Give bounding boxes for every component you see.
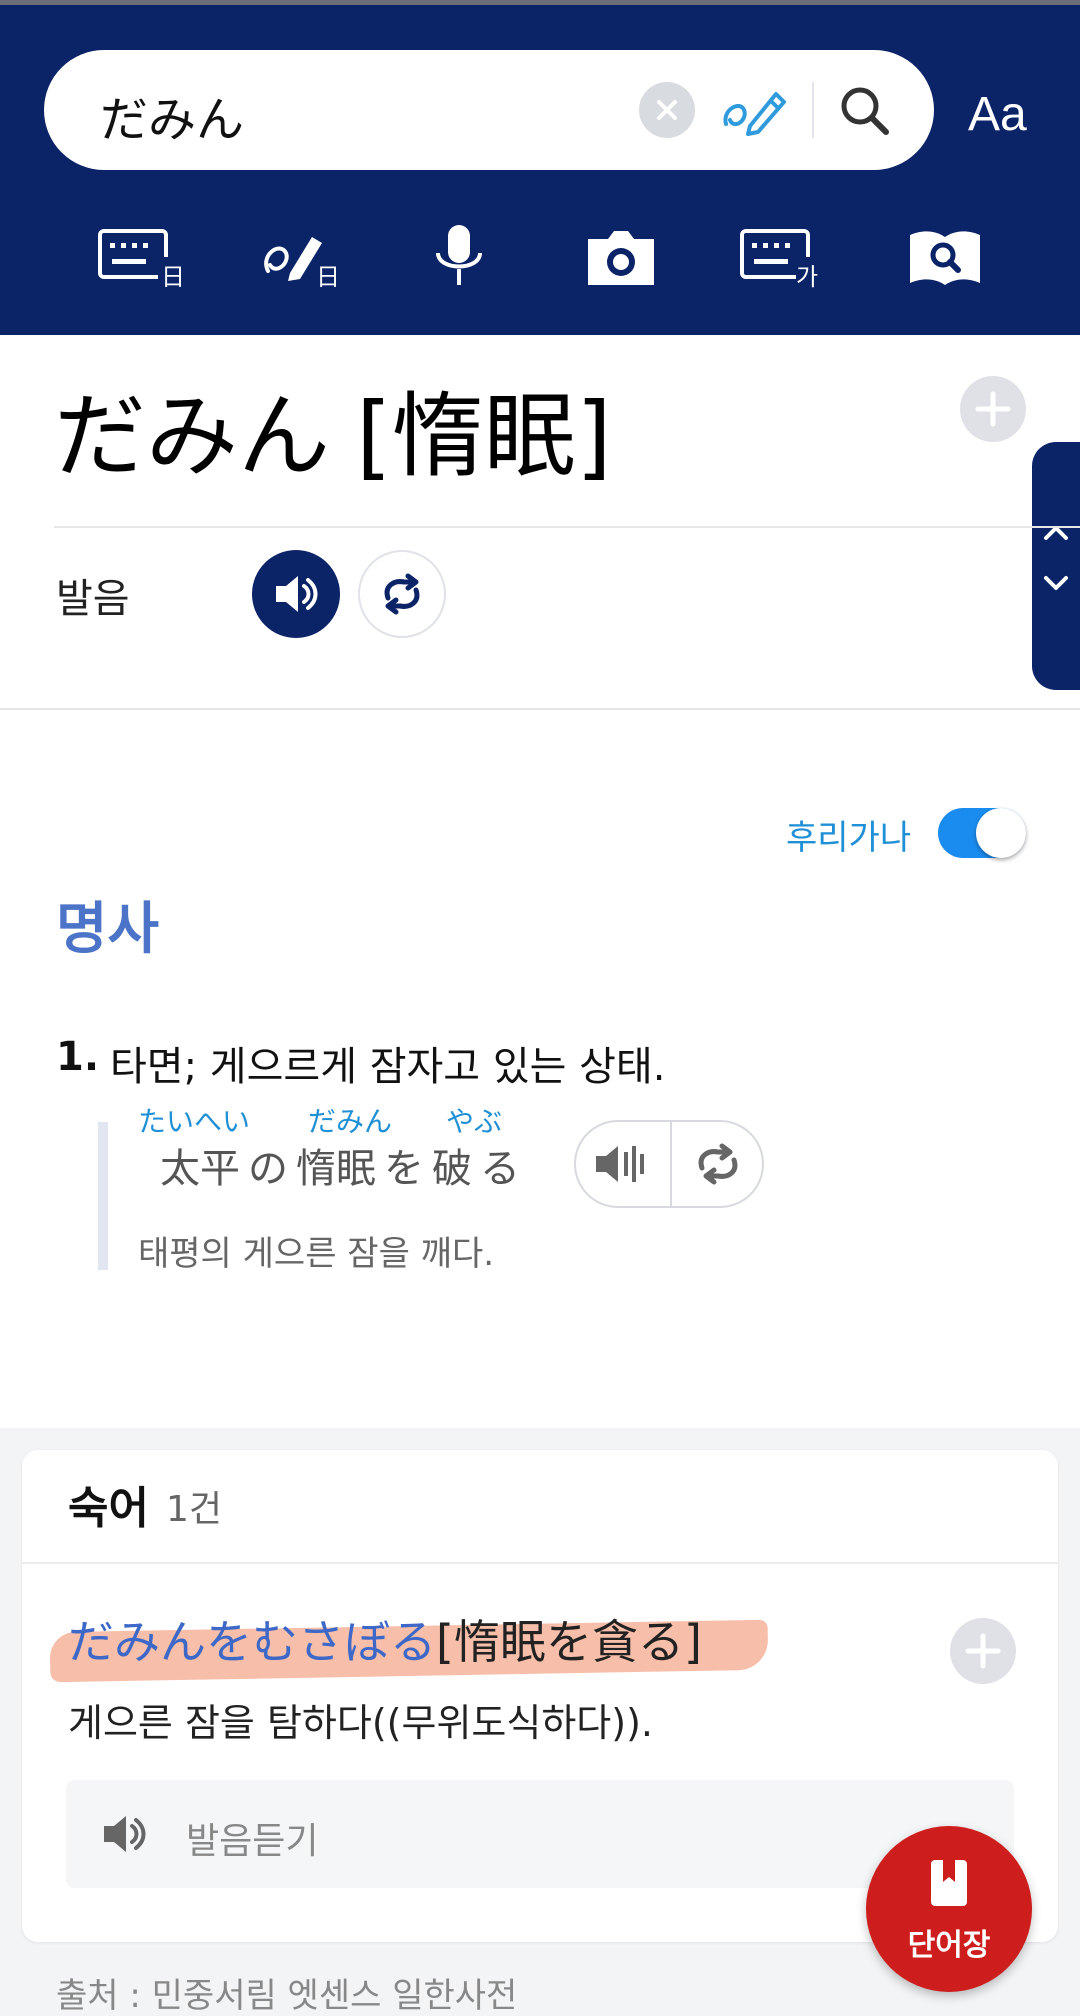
example-token: 惰眠 — [296, 1146, 376, 1192]
example-token: を — [384, 1146, 424, 1192]
example-ruby: やぶ — [446, 1105, 503, 1138]
svg-text:日: 日 — [316, 263, 340, 291]
headword-kanji: [惰眠] — [356, 383, 612, 490]
search-icon — [841, 87, 889, 135]
definition-text: 타면; 게으르게 잠자고 있는 상태. — [110, 1044, 666, 1090]
svg-text:日: 日 — [161, 263, 185, 291]
bookmark-book-icon — [931, 1860, 967, 1906]
idiom-entry[interactable]: だみんをむさぼる[惰眠を貪る] — [68, 1606, 702, 1672]
wordbook-label: 단어장 — [907, 1928, 991, 1963]
keyboard-japanese-icon: 日 — [98, 229, 185, 291]
search-bar[interactable]: だみん — [44, 50, 934, 170]
example-translation: 태평의 게으른 잠을 깨다. — [138, 1234, 495, 1274]
example-sentence: 太平の惰眠を破る — [160, 1136, 528, 1194]
keyboard-korean-icon: 가 — [740, 229, 824, 291]
idiom-kanji[interactable]: [惰眠を貪る] — [436, 1615, 702, 1669]
speaker-icon — [276, 576, 318, 612]
example-token: 破 — [432, 1146, 472, 1192]
audio-separator — [670, 1122, 672, 1206]
search-divider — [812, 82, 814, 138]
voice-search-button[interactable] — [414, 223, 504, 293]
play-pronunciation-button[interactable] — [252, 550, 340, 638]
add-to-wordbook-button[interactable] — [960, 376, 1026, 442]
handwriting-input-button[interactable]: 日 — [258, 223, 348, 293]
handwriting-pen-icon — [723, 92, 786, 136]
plus-icon — [965, 1633, 1001, 1669]
dictionary-search-button[interactable] — [900, 223, 990, 293]
pronunciation-label: 발음 — [56, 576, 130, 622]
search-input[interactable]: だみん — [100, 80, 244, 150]
camera-icon — [588, 231, 654, 285]
divider — [54, 526, 1080, 528]
plus-icon — [975, 391, 1011, 427]
divider — [22, 1562, 1058, 1564]
japanese-keyboard-button[interactable]: 日 — [96, 223, 186, 293]
font-size-button[interactable]: Aa — [968, 87, 1027, 142]
example-ruby: たいへい — [138, 1105, 251, 1138]
handwriting-japanese-icon: 日 — [264, 237, 340, 291]
clear-search-button[interactable] — [639, 82, 695, 138]
entry-headword: だみん [惰眠] — [54, 362, 612, 495]
side-scroll-nav[interactable] — [1032, 442, 1080, 690]
idiom-meaning: 게으른 잠을 탐하다((무위도식하다)). — [68, 1701, 653, 1745]
example-token: 太平 — [160, 1146, 240, 1192]
search-button[interactable] — [834, 80, 894, 140]
example-quote-bar — [98, 1122, 108, 1270]
speaker-icon — [104, 1816, 146, 1852]
listen-pronunciation-button[interactable]: 발음듣기 — [66, 1780, 1014, 1888]
chevron-up-down-icon — [1044, 526, 1068, 590]
example-token: る — [480, 1146, 520, 1192]
wordbook-fab[interactable]: 단어장 — [866, 1826, 1032, 1992]
idioms-count: 1건 — [166, 1489, 223, 1530]
listen-label: 발음듣기 — [186, 1821, 319, 1862]
dictionary-search-icon — [910, 231, 980, 285]
idiom-kana[interactable]: だみんをむさぼる — [68, 1615, 436, 1669]
repeat-icon[interactable] — [688, 1134, 748, 1194]
definition-number: 1. — [56, 1034, 100, 1080]
microphone-icon — [436, 225, 482, 285]
toggle-knob — [976, 808, 1026, 858]
furigana-toggle[interactable] — [938, 808, 1026, 858]
furigana-label: 후리가나 — [786, 818, 912, 858]
idioms-title: 숙어 — [68, 1483, 149, 1534]
repeat-pronunciation-button[interactable] — [358, 550, 446, 638]
example-audio-controls — [574, 1120, 764, 1208]
example-ruby: だみん — [308, 1105, 393, 1138]
speaker-icon[interactable] — [592, 1136, 652, 1192]
handwriting-button[interactable] — [720, 80, 790, 140]
camera-search-button[interactable] — [576, 223, 666, 293]
section-divider — [0, 708, 1080, 710]
add-idiom-button[interactable] — [950, 1618, 1016, 1684]
svg-text:가: 가 — [796, 263, 818, 291]
korean-keyboard-button[interactable]: 가 — [738, 223, 828, 293]
example-token: の — [248, 1146, 288, 1192]
headword-kana: だみん — [54, 383, 331, 490]
header: だみん Aa 日 日 가 — [0, 5, 1080, 335]
repeat-icon — [384, 573, 420, 615]
part-of-speech: 명사 — [56, 897, 160, 962]
close-icon — [657, 100, 677, 120]
source-credit: 출처 : 민중서림 엣센스 일한사전 — [56, 1976, 518, 2016]
